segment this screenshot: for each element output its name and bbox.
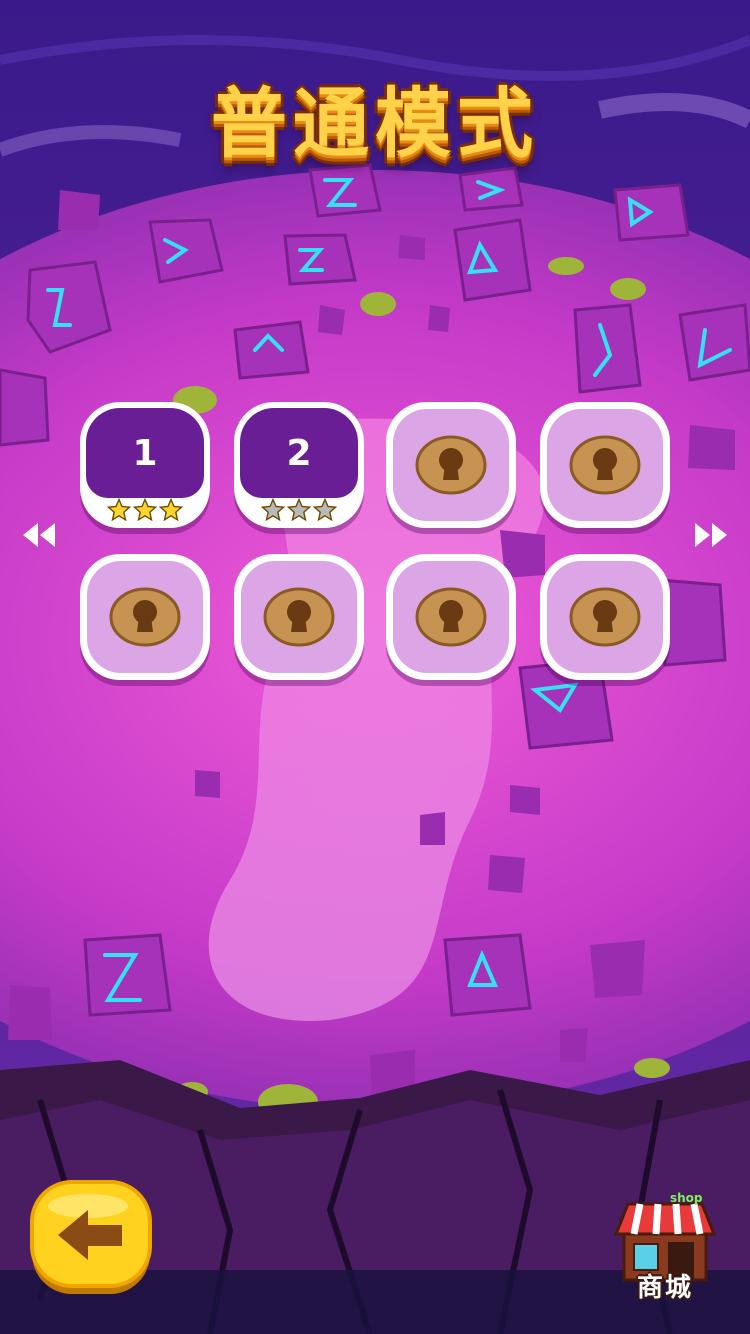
level-button[interactable]: 2 <box>234 402 364 528</box>
page-title: 普通模式 <box>211 79 539 168</box>
level-grid: 12 <box>80 402 672 682</box>
level-button[interactable] <box>540 402 670 528</box>
star-icon <box>261 498 285 522</box>
level-face: 1 <box>86 408 204 498</box>
star-icon <box>159 498 183 522</box>
star-icon <box>107 498 131 522</box>
level-face <box>547 561 663 673</box>
level-select-screen: 普通模式 12 shop 商城 <box>0 0 750 1334</box>
level-stars <box>80 498 210 524</box>
level-button[interactable] <box>386 554 516 680</box>
level-face <box>87 561 203 673</box>
level-face <box>393 561 509 673</box>
star-icon <box>287 498 311 522</box>
shop-label: 商城 <box>636 1273 693 1303</box>
star-icon <box>133 498 157 522</box>
lock-icon <box>415 587 487 647</box>
level-button[interactable] <box>540 554 670 680</box>
lock-icon <box>569 435 641 495</box>
level-face <box>547 409 663 521</box>
level-face <box>241 561 357 673</box>
lock-icon <box>569 587 641 647</box>
star-icon <box>313 498 337 522</box>
shop-button[interactable]: shop 商城 <box>610 1191 720 1304</box>
level-button[interactable] <box>80 554 210 680</box>
level-number: 2 <box>286 432 312 474</box>
level-face <box>393 409 509 521</box>
svg-text:shop: shop <box>670 1192 703 1205</box>
double-chevron-right-icon[interactable] <box>692 520 732 550</box>
double-chevron-left-icon[interactable] <box>18 520 58 550</box>
level-button[interactable] <box>234 554 364 680</box>
level-stars <box>234 498 364 524</box>
lock-icon <box>415 435 487 495</box>
level-number: 1 <box>132 432 158 474</box>
level-face: 2 <box>240 408 358 498</box>
back-button[interactable] <box>30 1180 152 1296</box>
lock-icon <box>263 587 335 647</box>
lock-icon <box>109 587 181 647</box>
level-button[interactable] <box>386 402 516 528</box>
level-button[interactable]: 1 <box>80 402 210 528</box>
